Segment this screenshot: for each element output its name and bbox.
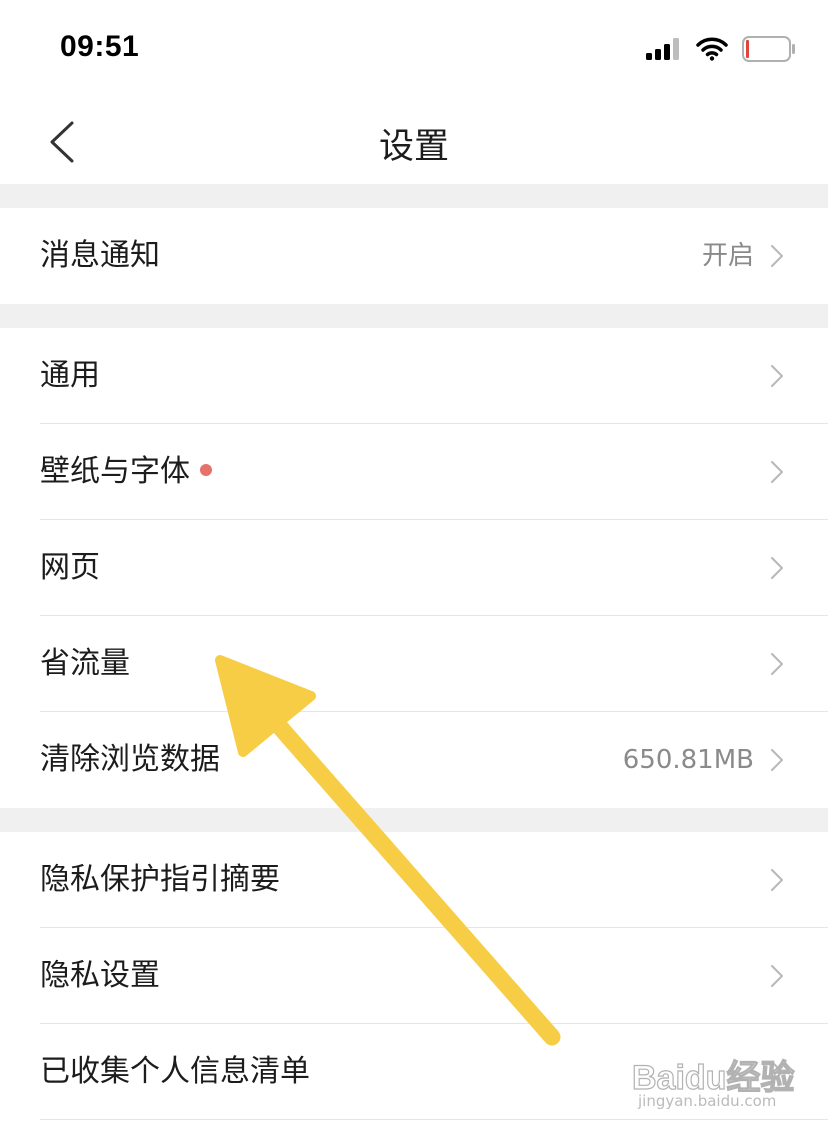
nav-bar: 设置 [0, 100, 828, 184]
row-separator [40, 1119, 828, 1120]
page-title: 设置 [378, 127, 449, 167]
row-label: 已收集个人信息清单 [40, 1054, 310, 1089]
chevron-right-icon [771, 461, 783, 483]
settings-row-clear-browsing-data[interactable]: 清除浏览数据 650.81MB [0, 712, 828, 808]
row-label: 通用 [40, 358, 100, 393]
status-bar: 09:51 [0, 0, 828, 100]
chevron-right-icon [771, 653, 783, 675]
row-label: 壁纸与字体 [40, 424, 212, 520]
chevron-right-icon [771, 749, 783, 771]
chevron-right-icon [771, 1061, 783, 1083]
row-value: 开启 [701, 241, 754, 271]
row-label: 隐私设置 [40, 958, 160, 993]
red-dot-badge [200, 463, 212, 476]
settings-row-privacy-settings[interactable]: 隐私设置 [0, 928, 828, 1024]
settings-row-webpage[interactable]: 网页 [0, 520, 828, 616]
row-label: 清除浏览数据 [40, 742, 220, 777]
settings-row-privacy-guide[interactable]: 隐私保护指引摘要 [0, 832, 828, 928]
chevron-right-icon [771, 245, 783, 267]
settings-row-collected-info-list[interactable]: 已收集个人信息清单 [0, 1024, 828, 1120]
status-icons [646, 36, 796, 62]
chevron-right-icon [771, 365, 783, 387]
settings-group-general: 通用 壁纸与字体 网页 省流量 清除浏览数据 650.81MB [0, 328, 828, 808]
row-label-text: 壁纸与字体 [40, 454, 190, 489]
row-label: 消息通知 [40, 238, 160, 273]
row-label: 省流量 [40, 646, 130, 681]
settings-row-notifications[interactable]: 消息通知 开启 [0, 208, 828, 304]
row-label: 网页 [40, 550, 100, 585]
row-value: 650.81MB [622, 745, 754, 775]
section-gap [0, 808, 828, 832]
chevron-right-icon [771, 965, 783, 987]
chevron-right-icon [771, 557, 783, 579]
wifi-icon [696, 37, 728, 61]
status-time: 09:51 [60, 30, 140, 63]
settings-row-wallpaper-font[interactable]: 壁纸与字体 [0, 424, 828, 520]
settings-row-data-saver[interactable]: 省流量 [0, 616, 828, 712]
chevron-right-icon [771, 869, 783, 891]
section-gap [0, 184, 828, 208]
settings-group-privacy: 隐私保护指引摘要 隐私设置 已收集个人信息清单 [0, 832, 828, 1120]
settings-group-notifications: 消息通知 开启 [0, 208, 828, 304]
battery-icon [742, 36, 795, 62]
row-label: 隐私保护指引摘要 [40, 862, 280, 897]
signal-icon [646, 38, 679, 60]
settings-row-general[interactable]: 通用 [0, 328, 828, 424]
section-gap [0, 304, 828, 328]
